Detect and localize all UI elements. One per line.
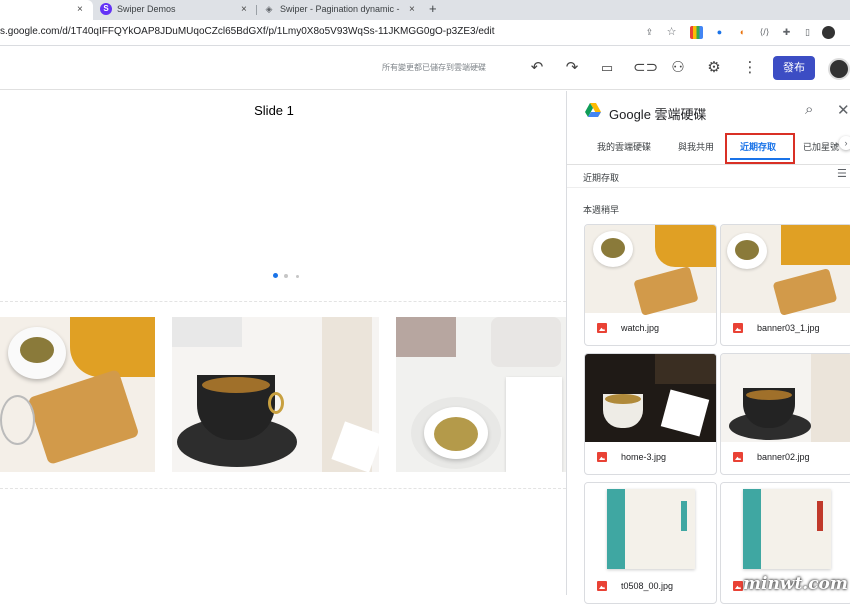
file-card[interactable]: t0508_00.jpg — [584, 482, 717, 604]
file-card[interactable]: banner02.jpg — [720, 353, 850, 475]
preview-devices-icon[interactable]: ▭ — [597, 58, 617, 78]
settings-gear-icon[interactable]: ⚙ — [704, 58, 724, 78]
file-name: t0508_00.jpg — [621, 581, 674, 591]
file-name: banner03_1.jpg — [757, 323, 820, 333]
watermark: minwt.com — [743, 574, 848, 594]
pagination-dot-active[interactable] — [273, 273, 278, 278]
file-thumbnail — [585, 354, 716, 442]
extension-color-icon[interactable] — [690, 26, 703, 39]
publish-button[interactable]: 發布 — [773, 56, 815, 80]
tab-recent[interactable]: 近期存取 — [740, 140, 776, 153]
file-name: home-3.jpg — [621, 452, 667, 462]
tabs-scroll-right-icon[interactable]: › — [839, 136, 850, 150]
image-file-icon — [597, 323, 607, 333]
file-name: watch.jpg — [621, 323, 660, 333]
file-card[interactable]: home-3.jpg — [584, 353, 717, 475]
close-icon[interactable]: ✕ — [837, 101, 850, 119]
cube-favicon-icon: ◈ — [265, 4, 273, 14]
extension-moon-icon[interactable]: ◐ — [736, 26, 749, 39]
file-thumbnail — [721, 225, 850, 316]
swiper-favicon-icon: S — [100, 3, 112, 15]
slide-title: Slide 1 — [254, 103, 294, 118]
file-thumbnail — [721, 483, 850, 571]
url-field[interactable]: s.google.com/d/1T40qIFFQYkOAP8JDuMUqoCZc… — [0, 26, 494, 37]
link-icon[interactable]: ⊂⊃ — [633, 58, 658, 78]
add-person-icon[interactable]: ⚇ — [668, 58, 688, 78]
tab-divider — [256, 5, 257, 15]
file-thumbnail — [585, 483, 716, 571]
drive-panel: Google 雲端硬碟 ⌕ ✕ 我的雲端硬碟 與我共用 近期存取 已加星號 › … — [566, 91, 850, 604]
file-card[interactable]: banner03_1.jpg — [720, 224, 850, 346]
more-vert-icon[interactable]: ⋮ — [740, 58, 760, 78]
bookmark-star-icon[interactable]: ☆ — [665, 26, 678, 39]
section-label: 近期存取 — [583, 173, 620, 183]
file-thumbnail — [585, 225, 716, 316]
image-file-icon — [597, 452, 607, 462]
image-file-icon — [733, 452, 743, 462]
browser-tab-swiper-demos[interactable]: Swiper Demos — [117, 0, 176, 20]
browser-tab-strip: × S Swiper Demos × ◈ Swiper - Pagination… — [0, 0, 850, 20]
side-panel-icon[interactable]: ▯ — [801, 26, 814, 39]
search-icon[interactable]: ⌕ — [805, 101, 813, 118]
section-divider — [0, 488, 566, 489]
avatar[interactable] — [828, 58, 850, 80]
profile-avatar-icon[interactable] — [822, 26, 835, 39]
active-tab-indicator — [730, 158, 790, 160]
app-header: 所有變更都已儲存到雲端硬碟 ↶ ↷ ▭ ⊂⊃ ⚇ ⚙ ⋮ 發布 — [0, 46, 850, 90]
drive-panel-title: Google 雲端硬碟 — [609, 107, 707, 122]
new-tab-button[interactable]: + — [429, 0, 437, 20]
carousel-image-tea-cake[interactable] — [0, 317, 155, 472]
tab-my-drive[interactable]: 我的雲端硬碟 — [597, 140, 651, 153]
carousel-image-teacup-top[interactable] — [396, 317, 566, 472]
extension-code-icon[interactable]: ⟨/⟩ — [758, 26, 771, 39]
image-file-icon — [733, 323, 743, 333]
browser-tab-swiper-pagination[interactable]: Swiper - Pagination dynamic - — [280, 0, 400, 20]
tab-shared-with-me[interactable]: 與我共用 — [678, 140, 714, 153]
site-canvas: Slide 1 — [0, 91, 566, 595]
image-file-icon — [597, 581, 607, 591]
list-view-icon[interactable]: ☰ — [837, 169, 849, 180]
divider — [567, 164, 850, 165]
image-file-icon — [733, 581, 743, 591]
tab-starred[interactable]: 已加星號 — [803, 140, 839, 153]
file-card[interactable]: watch.jpg — [584, 224, 717, 346]
share-icon[interactable]: ⇪ — [643, 26, 656, 39]
group-label: 本週稍早 — [583, 205, 620, 215]
extension-user-icon[interactable]: ● — [713, 26, 726, 39]
section-divider — [0, 301, 566, 302]
address-bar: s.google.com/d/1T40qIFFQYkOAP8JDuMUqoCZc… — [0, 20, 850, 46]
file-thumbnail — [721, 354, 850, 442]
pagination-dot[interactable] — [284, 274, 288, 278]
divider — [567, 187, 850, 188]
file-name: banner02.jpg — [757, 452, 810, 462]
redo-icon[interactable]: ↷ — [562, 58, 582, 78]
save-status: 所有變更都已儲存到雲端硬碟 — [382, 63, 486, 72]
undo-icon[interactable]: ↶ — [527, 58, 547, 78]
extensions-puzzle-icon[interactable]: ✚ — [780, 26, 793, 39]
pagination-dot[interactable] — [296, 275, 299, 278]
google-drive-logo-icon — [585, 103, 601, 117]
carousel-image-pouring-tea[interactable] — [172, 317, 379, 472]
